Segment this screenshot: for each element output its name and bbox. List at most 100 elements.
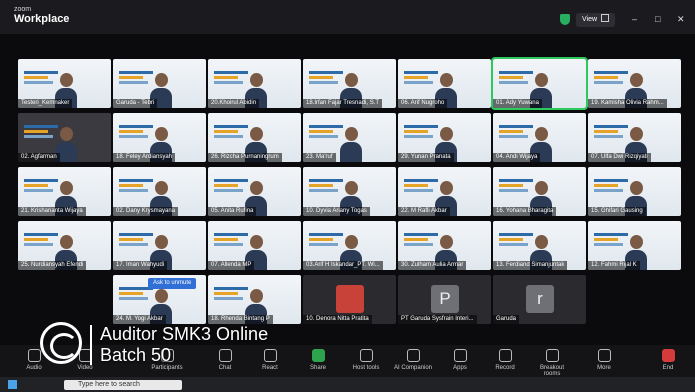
title-bar: zoom Workplace View – □ ✕ — [0, 0, 695, 34]
participant-tile[interactable]: r Garuda — [493, 275, 586, 324]
toolbar-label: Host tools — [352, 365, 380, 371]
participant-tile[interactable]: 17. Iman Wahyudi — [113, 221, 206, 270]
participant-grid: Testeri_Kemnaker Garuda - Tebri 20.Khoirul… — [18, 57, 683, 324]
participant-tile[interactable]: 21. Krishananta Wijaya — [18, 167, 111, 216]
shield-icon — [359, 349, 373, 362]
toolbar-breakout-rooms-button[interactable]: Breakout rooms — [532, 349, 572, 377]
participant-tile[interactable]: 01. Ady Yuwana — [491, 57, 588, 110]
grid-view-icon — [601, 14, 610, 22]
view-button[interactable]: View — [576, 13, 616, 27]
participant-tile[interactable]: 03.Arif H Iskandar_PT. Wi... — [303, 221, 396, 270]
overlay-title: Auditor SMK3 Online — [100, 324, 269, 344]
participant-tile[interactable]: 18. Feley Ardiansyah — [113, 113, 206, 162]
toolbar-host-tools-button[interactable]: Host tools — [346, 349, 386, 371]
toolbar-end-button[interactable]: End — [648, 349, 688, 371]
participant-name: 07. Ulfa Dwi Rizqiyati — [588, 153, 651, 162]
participant-tile[interactable]: 13. Ferdiand Simanjuntak — [493, 221, 586, 270]
close-icon[interactable]: ✕ — [677, 14, 685, 24]
participant-tile[interactable]: 04. Andi Wijaya — [493, 113, 586, 162]
participant-tile[interactable]: 05. Anita Rufina — [208, 167, 301, 216]
toolbar-label: Apps — [453, 365, 467, 371]
virtual-background-banner — [404, 125, 438, 139]
participant-name: Garuda - Tebri — [113, 99, 158, 108]
participant-tile[interactable]: 16. Yohana Bharagita — [493, 167, 586, 216]
toolbar-apps-button[interactable]: Apps — [440, 349, 480, 371]
participant-tile[interactable]: 18.Irfan Fajar Tresnadi, S.T — [303, 59, 396, 108]
participant-name: 12. Fahmi Rijal K — [588, 261, 640, 270]
virtual-background-banner — [404, 233, 438, 247]
participant-tile[interactable]: 19. Kamisha Olivia Rahm... — [588, 59, 681, 108]
participant-tile[interactable]: 10. Denora Nitta Pratita — [303, 275, 396, 324]
overlay-subtitle: Batch 50 — [100, 345, 172, 365]
zoom-workplace-logo: zoom Workplace — [14, 6, 69, 25]
more-icon — [597, 349, 611, 362]
toolbar-label: AI Companion — [393, 365, 433, 371]
sparkle-icon — [406, 349, 420, 362]
participant-name: 10. Denora Nitta Pratita — [303, 315, 372, 324]
taskbar-search-input[interactable]: Type here to search — [64, 380, 182, 390]
participant-tile[interactable]: 02. Dany Krysmayana — [113, 167, 206, 216]
participant-tile[interactable]: Garuda - Tebri — [113, 59, 206, 108]
participant-tile[interactable]: 26. Rizcha Purnaningrum — [208, 113, 301, 162]
participant-name: 16. Yohana Bharagita — [493, 207, 557, 216]
ask-to-unmute-tooltip[interactable]: Ask to unmute — [148, 278, 197, 289]
virtual-background-banner — [594, 233, 628, 247]
participant-tile[interactable]: P PT Garuda Sysfrain Interi... — [398, 275, 491, 324]
participant-tile[interactable]: 29. Yunan Pranata — [398, 113, 491, 162]
participant-name: 01. Ady Yuwana — [493, 99, 542, 108]
virtual-background-banner — [24, 125, 58, 139]
virtual-background-banner — [594, 125, 628, 139]
participant-tile[interactable]: 10. Dyvia Ariany Togas — [303, 167, 396, 216]
virtual-background-banner — [499, 233, 533, 247]
participant-name: Testeri_Kemnaker — [18, 99, 73, 108]
toolbar-ai-companion-button[interactable]: AI Companion — [393, 349, 433, 371]
participant-tile[interactable]: 07. Ulfa Dwi Rizqiyati — [588, 113, 681, 162]
participant-tile[interactable]: 18. Rhenda Bintang P — [208, 275, 301, 324]
participant-name: 19. Kamisha Olivia Rahm... — [588, 99, 667, 108]
overlay-divider — [90, 325, 92, 365]
participant-tile[interactable]: 25. Nurdiansyah Efendi — [18, 221, 111, 270]
participant-name: 02. Agfarman — [18, 153, 60, 162]
participant-name: 23. Ma'ruf — [303, 153, 336, 162]
windows-start-icon[interactable] — [8, 380, 17, 389]
participant-tile[interactable]: 30. Zulham Aulia Armar — [398, 221, 491, 270]
participant-avatar: r — [526, 285, 554, 313]
participant-name: 30. Zulham Aulia Armar — [398, 261, 467, 270]
virtual-background-banner — [119, 125, 153, 139]
virtual-background-banner — [119, 233, 153, 247]
participant-tile[interactable]: 20.Khoirul Abidin — [208, 59, 301, 108]
toolbar-label: Breakout rooms — [539, 365, 564, 377]
encryption-shield-icon[interactable] — [560, 14, 570, 25]
participant-name: 13. Ferdiand Simanjuntak — [493, 261, 568, 270]
participant-tile[interactable]: 23. Ma'ruf — [303, 113, 396, 162]
toolbar-share-button[interactable]: Share — [298, 349, 338, 371]
virtual-background-banner — [404, 179, 438, 193]
participant-name: 29. Yunan Pranata — [398, 153, 454, 162]
maximize-icon[interactable]: □ — [655, 14, 660, 24]
virtual-background-banner — [24, 179, 58, 193]
toolbar-record-button[interactable]: Record — [485, 349, 525, 371]
virtual-background-banner — [24, 233, 58, 247]
participant-tile[interactable]: Testeri_Kemnaker — [18, 59, 111, 108]
participant-name: 18. Feley Ardiansyah — [113, 153, 176, 162]
minimize-icon[interactable]: – — [632, 14, 637, 24]
participant-tile[interactable]: 07. Allenda MP — [208, 221, 301, 270]
participant-tile[interactable]: 02. Agfarman — [18, 113, 111, 162]
virtual-background-banner — [119, 71, 153, 85]
organizer-logo-icon — [40, 322, 82, 364]
participant-tile[interactable]: 12. Fahmi Rijal K — [588, 221, 681, 270]
virtual-background-banner — [214, 71, 248, 85]
participant-name: 22. M Rafli Akbar — [398, 207, 450, 216]
virtual-background-banner — [119, 179, 153, 193]
participant-tile[interactable]: 15. Ghifari Gausing — [588, 167, 681, 216]
participant-tile[interactable]: 06. Arif Nugroho — [398, 59, 491, 108]
virtual-background-banner — [24, 71, 58, 85]
toolbar-label: Share — [309, 365, 326, 371]
participant-tile[interactable]: 22. M Rafli Akbar — [398, 167, 491, 216]
virtual-background-banner — [309, 179, 343, 193]
participant-name: PT Garuda Sysfrain Interi... — [398, 315, 477, 324]
toolbar-more-button[interactable]: More — [584, 349, 624, 371]
participant-name: Garuda — [493, 315, 520, 324]
virtual-background-banner — [119, 287, 153, 301]
participant-name: 18.Irfan Fajar Tresnadi, S.T — [303, 99, 383, 108]
